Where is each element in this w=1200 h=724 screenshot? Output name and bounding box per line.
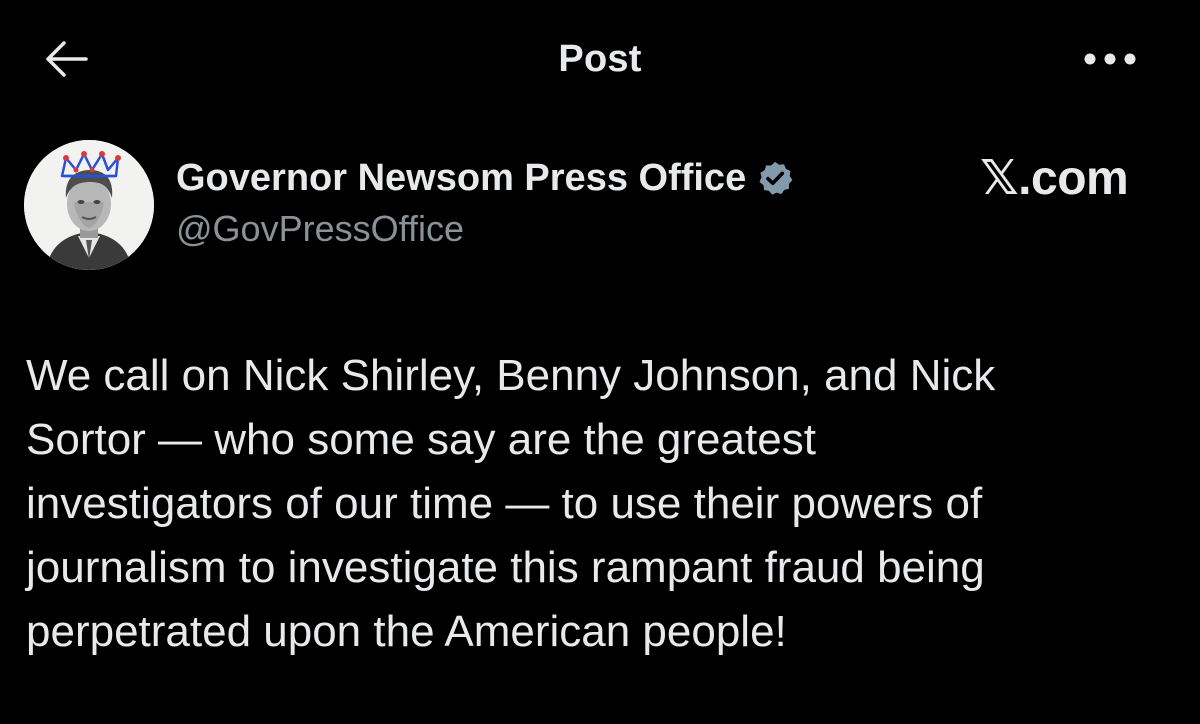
more-options-button[interactable] xyxy=(1080,44,1140,78)
avatar[interactable] xyxy=(24,140,154,270)
tweet-text-line: investigators of our time — to use their… xyxy=(26,479,983,528)
verified-badge-icon[interactable] xyxy=(756,159,794,197)
tweet-text-line: journalism to investigate this rampant f… xyxy=(26,543,985,592)
tweet-text-line: Sortor — who some say are the greatest xyxy=(26,415,816,464)
avatar-portrait-image xyxy=(24,140,154,270)
author-display-name[interactable]: Governor Newsom Press Office xyxy=(176,157,746,200)
top-bar: Post xyxy=(0,0,1200,120)
tweet-text: We call on Nick Shirley, Benny Johnson, … xyxy=(26,344,1166,664)
page-title: Post xyxy=(558,38,642,80)
author-block: Governor Newsom Press Office @GovPressOf… xyxy=(176,152,794,250)
tweet-text-line: We call on Nick Shirley, Benny Johnson, … xyxy=(26,351,996,400)
name-row: Governor Newsom Press Office xyxy=(176,152,794,204)
x-com-watermark: 𝕏.com xyxy=(980,152,1129,205)
more-horizontal-icon xyxy=(1083,52,1137,71)
tweet-text-line: perpetrated upon the American people! xyxy=(26,607,787,656)
author-handle[interactable]: @GovPressOffice xyxy=(176,208,794,250)
